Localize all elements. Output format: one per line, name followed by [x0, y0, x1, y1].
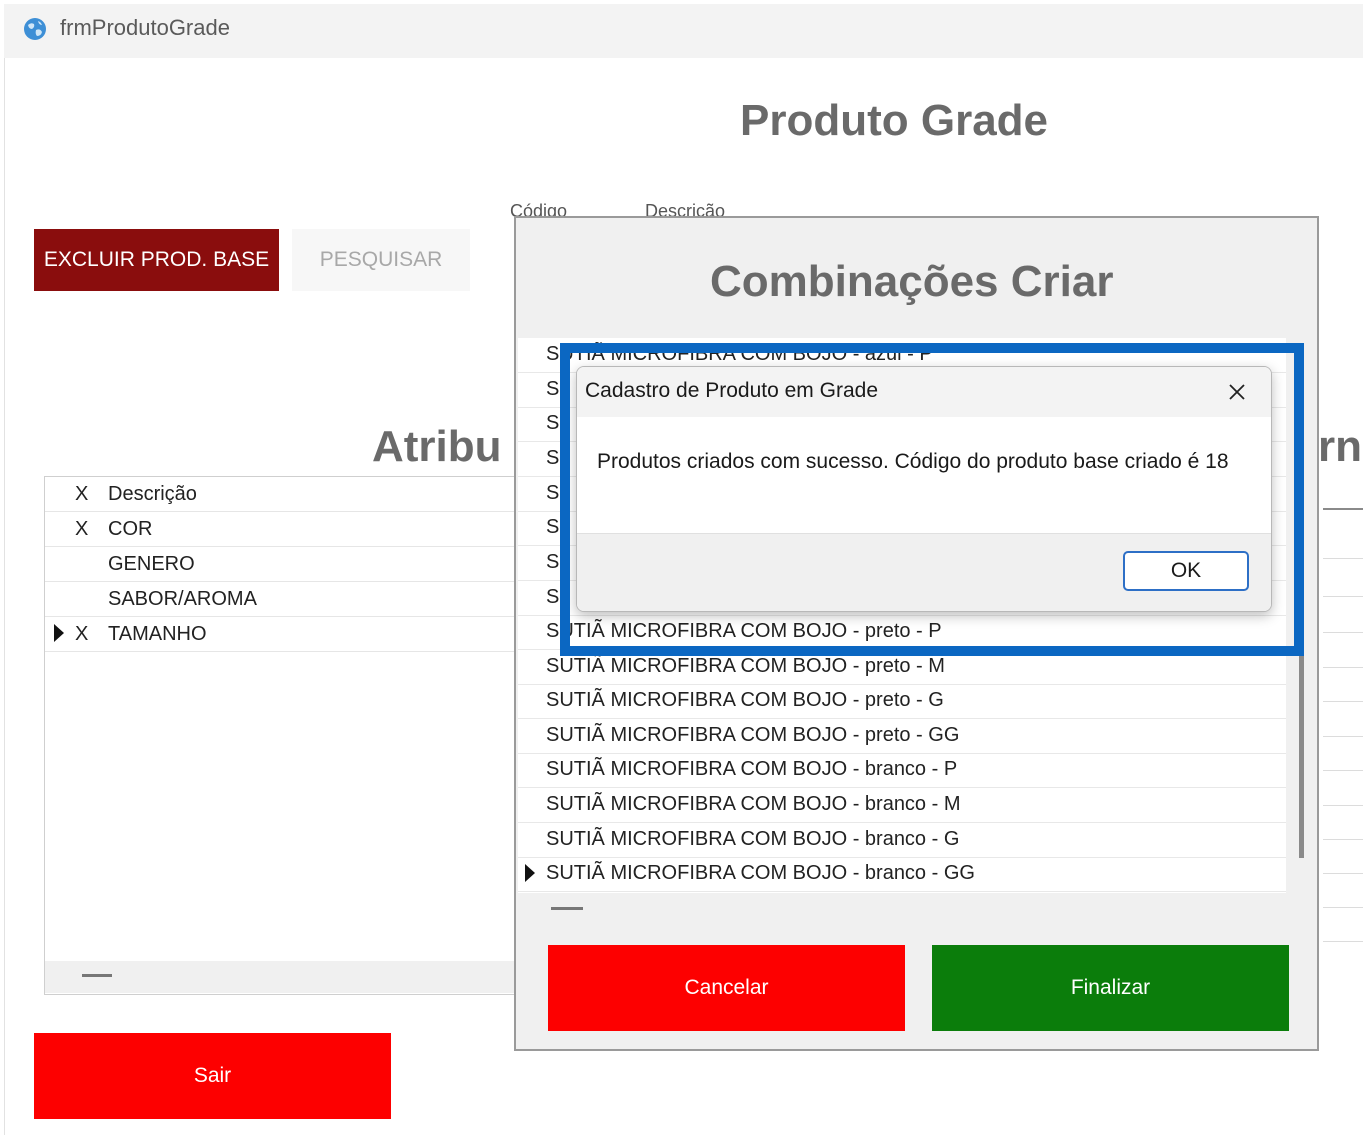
combination-label: S: [546, 516, 560, 538]
grip-icon: [82, 974, 112, 977]
row-descricao: TAMANHO: [108, 623, 207, 645]
right-section-title: rn: [1318, 422, 1362, 471]
combination-label: SUTIÃ MICROFIBRA COM BOJO - branco - P: [546, 758, 958, 780]
page-title: Produto Grade: [740, 96, 1049, 145]
right-grid-row-line: [1323, 596, 1363, 597]
right-grid-row-line: [1323, 736, 1363, 737]
highlight-frame: [560, 343, 1304, 656]
right-grid-row-line: [1323, 667, 1363, 668]
attributes-grid-header: X Descrição: [45, 477, 525, 512]
attributes-grid[interactable]: X Descrição X COR GENERO SABOR/AROMA X T…: [44, 476, 526, 995]
list-item[interactable]: SUTIÃ MICROFIBRA COM BOJO - preto - GG: [518, 719, 1286, 754]
right-grid-row-line: [1323, 632, 1363, 633]
sair-button[interactable]: Sair: [34, 1033, 391, 1119]
combination-label: S: [546, 447, 560, 469]
combination-label: SUTIÃ MICROFIBRA COM BOJO - preto - G: [546, 689, 944, 711]
combination-label: S: [546, 412, 560, 434]
table-row[interactable]: X COR: [45, 512, 525, 547]
combination-label: S: [546, 482, 560, 504]
attributes-grid-footer: [45, 961, 525, 993]
grip-icon: [551, 907, 583, 910]
right-grid-row-line: [1323, 558, 1363, 559]
current-row-arrow-icon: [525, 864, 535, 882]
right-grid-row-line: [1323, 873, 1363, 874]
right-grid-row-line: [1323, 770, 1363, 771]
combination-label: SUTIÃ MICROFIBRA COM BOJO - branco - GG: [546, 862, 975, 884]
pesquisar-button[interactable]: PESQUISAR: [292, 229, 470, 291]
combination-label: S: [546, 586, 560, 608]
row-descricao: SABOR/AROMA: [108, 588, 257, 610]
table-row[interactable]: SABOR/AROMA: [45, 582, 525, 617]
right-grid-row-line: [1323, 805, 1363, 806]
atributos-title: Atribu: [372, 422, 502, 471]
combination-label: S: [546, 551, 560, 573]
row-x-mark[interactable]: X: [75, 518, 88, 541]
list-item[interactable]: SUTIÃ MICROFIBRA COM BOJO - branco - G: [518, 823, 1286, 858]
globe-icon: [22, 16, 48, 42]
list-item[interactable]: SUTIÃ MICROFIBRA COM BOJO - branco - M: [518, 788, 1286, 823]
right-grid-header-line: [1323, 508, 1363, 510]
combination-label: SUTIÃ MICROFIBRA COM BOJO - preto - M: [546, 655, 945, 677]
row-descricao: GENERO: [108, 553, 195, 575]
combinacoes-title: Combinações Criar: [710, 257, 1114, 306]
finalizar-button[interactable]: Finalizar: [932, 945, 1289, 1031]
table-row[interactable]: X TAMANHO: [45, 617, 525, 652]
combination-label: SUTIÃ MICROFIBRA COM BOJO - preto - GG: [546, 724, 960, 746]
list-item[interactable]: SUTIÃ MICROFIBRA COM BOJO - branco - P: [518, 753, 1286, 788]
right-grid-row-line: [1323, 701, 1363, 702]
header-x: X: [75, 483, 89, 505]
current-row-arrow-icon: [54, 624, 64, 642]
window-title: frmProdutoGrade: [60, 15, 230, 40]
combination-label: S: [546, 378, 560, 400]
row-x-mark[interactable]: X: [75, 623, 88, 646]
row-descricao: COR: [108, 518, 153, 540]
combination-label: SUTIÃ MICROFIBRA COM BOJO - branco - G: [546, 828, 960, 850]
table-row[interactable]: GENERO: [45, 547, 525, 582]
right-grid-row-line: [1323, 907, 1363, 908]
list-item[interactable]: SUTIÃ MICROFIBRA COM BOJO - branco - GG: [518, 857, 1286, 892]
right-grid-row-line: [1323, 839, 1363, 840]
header-descricao: Descrição: [108, 483, 197, 505]
combination-label: SUTIÃ MICROFIBRA COM BOJO - branco - M: [546, 793, 961, 815]
cancelar-button[interactable]: Cancelar: [548, 945, 905, 1031]
excluir-prod-base-button[interactable]: EXCLUIR PROD. BASE: [34, 229, 279, 291]
right-grid-row-line: [1323, 941, 1363, 942]
list-item[interactable]: SUTIÃ MICROFIBRA COM BOJO - preto - G: [518, 684, 1286, 719]
